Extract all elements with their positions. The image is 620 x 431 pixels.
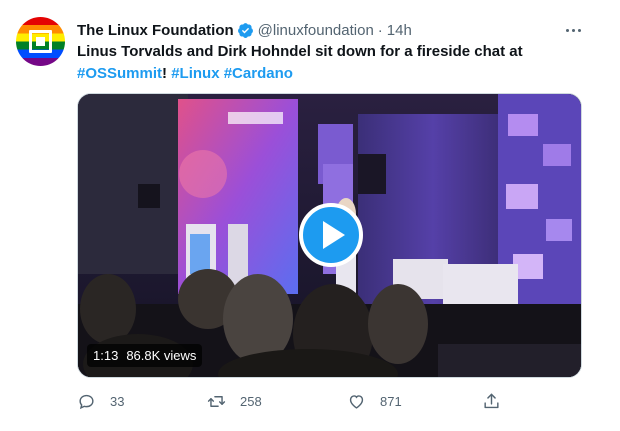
video-info-badge: 1:13 86.8K views <box>87 344 203 367</box>
reply-icon <box>79 394 94 409</box>
retweet-icon <box>207 395 226 407</box>
like-button[interactable]: 871 <box>347 390 402 412</box>
tweet-card[interactable]: The Linux Foundation @linuxfoundation · … <box>0 0 620 431</box>
tweet-text: Linus Torvalds and Dirk Hohndel sit down… <box>77 41 597 85</box>
share-button[interactable] <box>482 390 501 412</box>
reply-count: 33 <box>110 393 125 409</box>
verified-badge-icon <box>237 22 253 38</box>
hashtag-ossummit[interactable]: #OSSummit <box>77 65 162 82</box>
play-icon <box>323 221 345 249</box>
tweet-text-punct: ! <box>162 65 172 82</box>
separator-dot: · <box>377 21 383 39</box>
reply-button[interactable]: 33 <box>77 390 124 412</box>
tweet-header: The Linux Foundation @linuxfoundation · … <box>77 19 412 41</box>
retweet-count: 258 <box>240 393 262 409</box>
avatar[interactable] <box>16 17 65 66</box>
video-views: 86.8K views <box>126 348 197 363</box>
video-duration: 1:13 <box>93 348 119 363</box>
video-player[interactable]: 1:13 86.8K views <box>77 93 582 378</box>
hashtag-linux[interactable]: #Linux <box>171 65 219 82</box>
tweet-text-body: Linus Torvalds and Dirk Hohndel sit down… <box>77 43 523 60</box>
retweet-button[interactable]: 258 <box>207 390 262 412</box>
display-name[interactable]: The Linux Foundation <box>77 22 234 39</box>
like-count: 871 <box>380 393 402 409</box>
handle[interactable]: @linuxfoundation <box>258 22 374 39</box>
heart-icon <box>349 394 364 409</box>
timestamp[interactable]: 14h <box>387 22 412 39</box>
more-icon <box>565 28 569 32</box>
hashtag-cardano[interactable]: #Cardano <box>224 65 293 82</box>
share-icon <box>484 393 499 408</box>
play-button[interactable] <box>299 203 363 267</box>
more-options-button[interactable] <box>562 20 584 40</box>
tweet-actions: 33 258 871 <box>77 390 517 412</box>
